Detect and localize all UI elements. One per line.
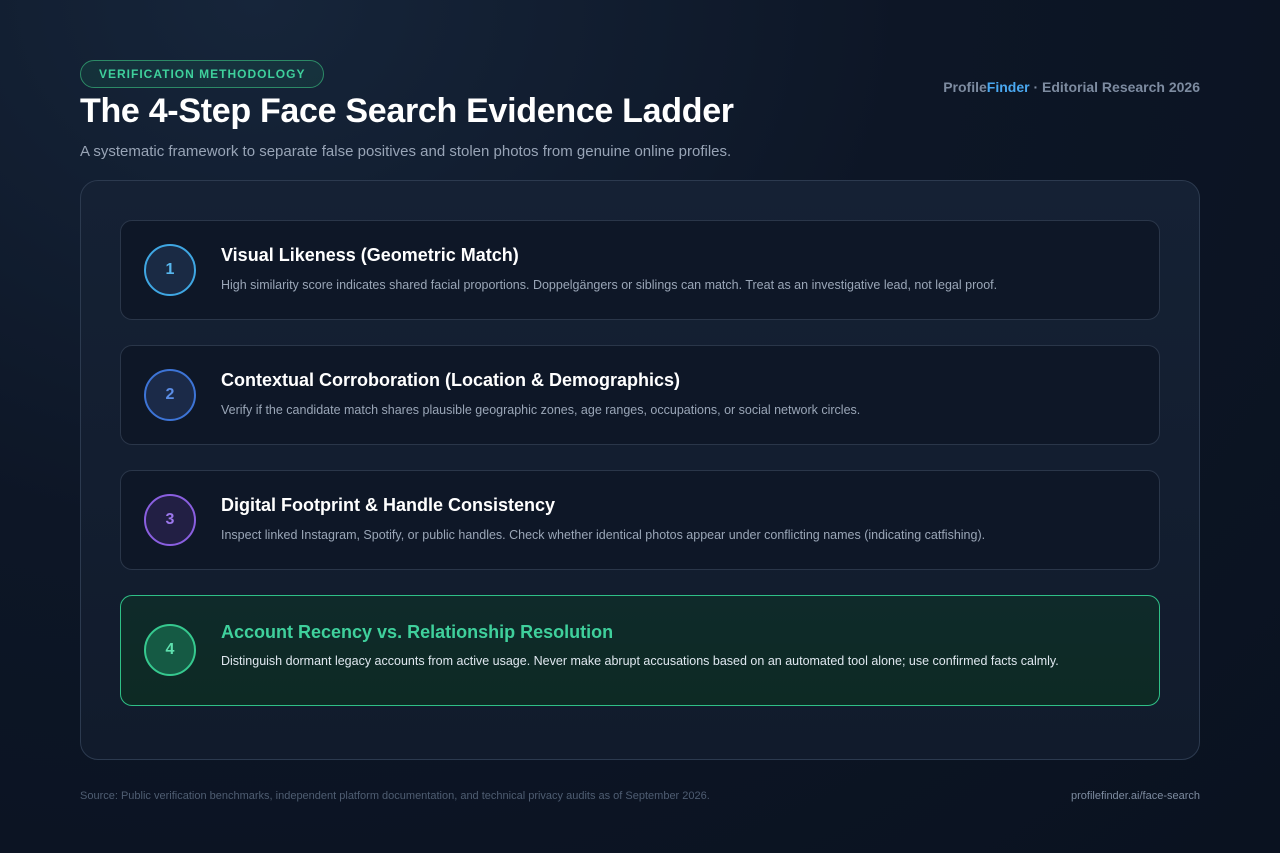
step-card-1: 1 Visual Likeness (Geometric Match) High… — [120, 220, 1160, 320]
step-card-3: 3 Digital Footprint & Handle Consistency… — [120, 470, 1160, 570]
step-number-badge: 3 — [144, 494, 196, 546]
page-subtitle: A systematic framework to separate false… — [80, 143, 732, 160]
footer-url: profilefinder.ai/face-search — [1070, 790, 1200, 802]
step-card-2: 2 Contextual Corroboration (Location & D… — [120, 345, 1160, 445]
page-title: The 4-Step Face Search Evidence Ladder — [80, 92, 734, 130]
ladder-panel: 1 Visual Likeness (Geometric Match) High… — [80, 180, 1200, 760]
step-title: Visual Likeness (Geometric Match) — [221, 245, 519, 265]
step-description: Inspect linked Instagram, Spotify, or pu… — [221, 528, 986, 542]
step-description: Distinguish dormant legacy accounts from… — [221, 654, 1059, 668]
step-number-badge: 2 — [144, 369, 196, 421]
brand-name-part1: Profile — [943, 79, 987, 95]
step-title: Account Recency vs. Relationship Resolut… — [221, 622, 614, 642]
brand-name-part2: Finder — [986, 79, 1030, 95]
brand-suffix: · Editorial Research 2026 — [1029, 79, 1200, 95]
step-description: High similarity score indicates shared f… — [221, 278, 998, 292]
step-number-badge: 1 — [144, 244, 196, 296]
step-title: Digital Footprint & Handle Consistency — [221, 495, 556, 515]
source-note: Source: Public verification benchmarks, … — [80, 790, 710, 802]
step-card-4-highlighted: 4 Account Recency vs. Relationship Resol… — [120, 595, 1160, 706]
step-description: Verify if the candidate match shares pla… — [221, 403, 861, 417]
step-title: Contextual Corroboration (Location & Dem… — [221, 370, 681, 390]
step-number-badge: 4 — [144, 624, 196, 676]
brand-credit: ProfileFinder · Editorial Research 2026 — [943, 79, 1200, 95]
section-badge: VERIFICATION METHODOLOGY — [80, 60, 325, 88]
